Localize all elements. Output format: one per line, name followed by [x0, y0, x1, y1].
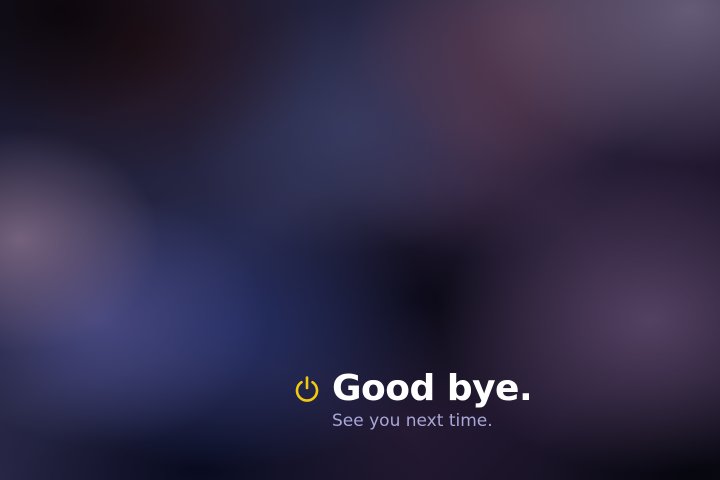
goodbye-title: Good bye. — [332, 368, 533, 409]
logout-screen: Good bye. See you next time. — [0, 0, 720, 480]
goodbye-subtitle: See you next time. — [332, 411, 493, 431]
goodbye-text: Good bye. See you next time. — [332, 366, 533, 432]
goodbye-message: Good bye. See you next time. — [292, 366, 533, 432]
power-icon — [295, 376, 319, 402]
